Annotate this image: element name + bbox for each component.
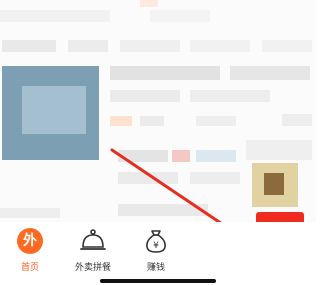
tab-home[interactable]: 外 首页 [0,228,60,276]
tab-earn-label: 赚钱 [146,263,165,273]
bottom-tab-bar: 外 首页 外卖拼餐 ¥ 赚钱 [0,222,316,285]
home-wai-icon: 外 [16,228,44,254]
tab-home-label: 首页 [20,263,39,273]
cloche-icon [79,228,107,254]
money-bag-icon: ¥ [142,228,170,254]
home-badge: 外 [17,228,43,254]
home-indicator [100,279,216,283]
tab-takeout-label: 外卖拼餐 [74,263,111,273]
svg-text:¥: ¥ [153,241,159,251]
tab-takeout[interactable]: 外卖拼餐 [63,228,123,276]
tab-earn[interactable]: ¥ 赚钱 [126,228,186,276]
